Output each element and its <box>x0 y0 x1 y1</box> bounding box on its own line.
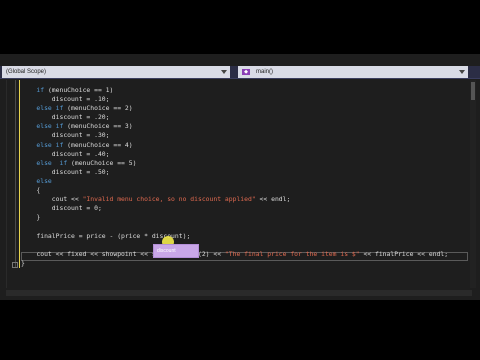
code-token: discount = .20; <box>51 113 110 122</box>
code-line[interactable]: } <box>21 259 465 268</box>
code-string: "The final price for the item is $" <box>224 249 360 258</box>
code-line[interactable]: discount = 0; <box>21 204 465 213</box>
code-token: { <box>36 186 41 195</box>
code-token: (menuChoice == 3) <box>63 122 133 131</box>
code-line[interactable]: else if (menuChoice == 3) <box>21 122 465 131</box>
code-editor[interactable]: if (menuChoice == 1) discount = .10; els… <box>6 80 473 288</box>
code-line[interactable]: discount = .10; <box>21 95 465 104</box>
scope-dropdown[interactable]: (Global Scope) <box>2 66 230 78</box>
code-keyword: else <box>36 176 52 185</box>
code-line[interactable]: if (menuChoice == 1) <box>21 86 465 95</box>
code-token: discount = .40; <box>51 149 110 158</box>
code-line[interactable]: discount = .30; <box>21 131 465 140</box>
horizontal-scrollbar[interactable] <box>6 290 472 296</box>
code-line[interactable]: else if (menuChoice == 5) <box>21 159 465 168</box>
code-line[interactable]: cout << "Invalid menu choice, so no disc… <box>21 195 465 204</box>
vertical-scrollbar[interactable] <box>470 80 476 288</box>
outline-line <box>15 80 16 268</box>
change-margin-bar <box>19 80 20 268</box>
chevron-down-icon <box>221 70 227 74</box>
code-text[interactable]: if (menuChoice == 1) discount = .10; els… <box>21 86 465 268</box>
member-dropdown-label: main() <box>256 69 274 75</box>
code-token: discount = 0; <box>51 204 102 213</box>
code-token: discount = .30; <box>51 131 110 140</box>
code-line[interactable]: else if (menuChoice == 4) <box>21 141 465 150</box>
code-token: (menuChoice == 4) <box>63 140 133 149</box>
code-line[interactable]: else <box>21 177 465 186</box>
code-token: (menuChoice == 5) <box>67 158 137 167</box>
code-keyword: else if <box>36 140 64 149</box>
code-line[interactable]: cout << fixed << showpoint << setprecisi… <box>21 250 465 259</box>
code-keyword: else if <box>36 158 68 167</box>
hover-tooltip: discount <box>153 244 199 258</box>
code-token: (menuChoice == 1) <box>44 86 114 94</box>
code-token: discount = .50; <box>51 167 110 176</box>
code-keyword: if <box>36 86 45 94</box>
code-token: << endl; <box>255 195 291 204</box>
code-string: "Invalid menu choice, so no discount app… <box>82 195 256 204</box>
code-line[interactable] <box>21 241 465 250</box>
code-token: } <box>36 213 41 222</box>
scope-dropdown-label: (Global Scope) <box>6 69 47 75</box>
code-keyword: else if <box>36 104 64 113</box>
code-line[interactable] <box>21 222 465 231</box>
collapse-icon[interactable] <box>12 262 18 268</box>
scrollbar-thumb[interactable] <box>471 82 475 100</box>
code-token: << finalPrice << endl; <box>359 249 449 258</box>
code-line[interactable]: discount = .20; <box>21 113 465 122</box>
function-icon: ◆ <box>242 69 250 75</box>
code-line[interactable]: } <box>21 213 465 222</box>
chevron-down-icon <box>459 70 465 74</box>
navigation-bar: (Global Scope) ◆ main() <box>0 66 480 79</box>
code-line[interactable]: finalPrice = price - (price * discount); <box>21 232 465 241</box>
member-dropdown[interactable]: ◆ main() <box>238 66 468 78</box>
code-line[interactable]: else if (menuChoice == 2) <box>21 104 465 113</box>
code-keyword: else if <box>36 122 64 131</box>
code-line[interactable]: discount = .40; <box>21 150 465 159</box>
code-token: cout << <box>51 195 83 204</box>
tooltip-text: discount <box>157 248 176 254</box>
code-token: (menuChoice == 2) <box>63 104 133 113</box>
code-token: } <box>21 258 25 267</box>
code-token: discount = .10; <box>51 95 110 104</box>
code-line[interactable]: { <box>21 186 465 195</box>
code-line[interactable]: discount = .50; <box>21 168 465 177</box>
